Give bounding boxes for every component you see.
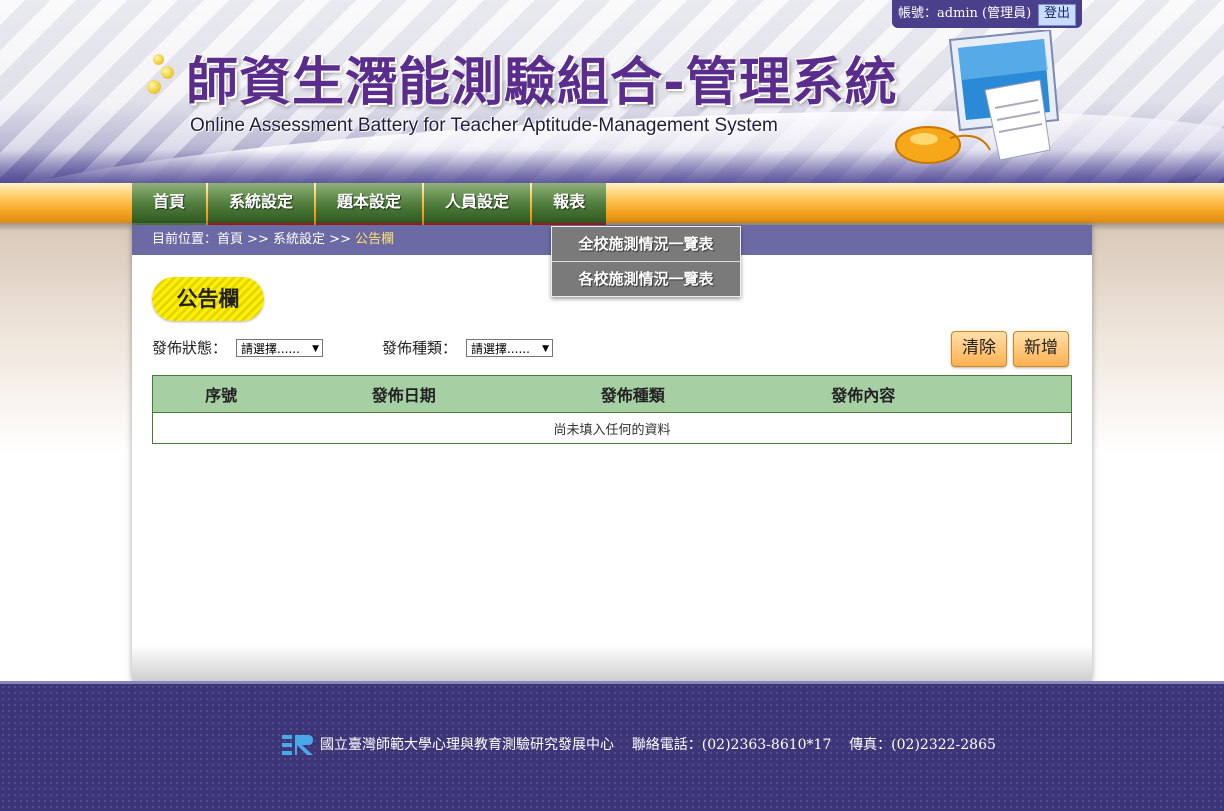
title-dots-icon [145,52,175,100]
main-nav: 首頁 系統設定 題本設定 人員設定 報表 [132,183,608,225]
reports-dropdown-menu: 全校施測情況一覽表 各校施測情況一覽表 [551,226,741,297]
add-button[interactable]: 新增 [1013,331,1069,367]
col-header-content: 發佈內容 [747,375,980,413]
chevron-down-icon: ▼ [542,344,549,354]
type-filter-label: 發佈種類： [382,339,458,357]
col-header-date: 發佈日期 [289,375,519,413]
nav-item-system-settings[interactable]: 系統設定 [208,183,315,225]
col-header-number: 序號 [152,375,290,413]
empty-message: 尚未填入任何的資料 [553,422,671,438]
panel-bottom-shade [132,645,1092,681]
site-title-chinese: 師資生潛能測驗組合-管理系統 [186,53,898,113]
center-logo-icon [282,735,313,755]
account-info: 帳號：admin (管理員) [898,6,1032,21]
announcement-table: 序號 發佈日期 發佈種類 發佈內容 尚未填入任何的資料 [152,375,1072,444]
user-account-bar: 帳號：admin (管理員) 登出 [892,0,1082,28]
nav-item-reports[interactable]: 報表 [532,183,607,225]
col-header-type: 發佈種類 [518,375,748,413]
logout-button[interactable]: 登出 [1037,4,1076,26]
site-footer: 國立臺灣師範大學心理與教育測驗研究發展中心 聯絡電話：(02)2363-8610… [0,681,1224,811]
status-select[interactable]: 請選擇...... ▼ [236,339,323,357]
type-select[interactable]: 請選擇...... ▼ [466,339,553,357]
table-row: 尚未填入任何的資料 [153,413,1072,444]
footer-phone: 聯絡電話：(02)2363-8610*17 [631,737,832,753]
nav-item-personnel-settings[interactable]: 人員設定 [424,183,531,225]
footer-org: 國立臺灣師範大學心理與教育測驗研究發展中心 [320,737,614,753]
menu-item-each-school-summary[interactable]: 各校施測情況一覽表 [552,262,740,296]
status-filter-label: 發佈狀態： [152,339,228,357]
site-title-english: Online Assessment Battery for Teacher Ap… [190,115,778,136]
breadcrumb-current: 公告欄 [355,232,395,247]
col-header-actions [979,375,1072,413]
footer-fax: 傳真：(02)2322-2865 [849,737,996,753]
footer-info: 國立臺灣師範大學心理與教育測驗研究發展中心 聯絡電話：(02)2363-8610… [282,734,996,756]
nav-item-booklet-settings[interactable]: 題本設定 [316,183,423,225]
menu-item-school-summary[interactable]: 全校施測情況一覽表 [552,227,740,262]
breadcrumb-path: 目前位置：首頁 >> 系統設定 >> [152,232,356,247]
clear-button[interactable]: 清除 [951,331,1007,367]
computer-illustration-icon [895,30,1060,164]
nav-item-home[interactable]: 首頁 [132,183,207,225]
page-title: 公告欄 [152,277,264,321]
chevron-down-icon: ▼ [312,344,319,354]
status-select-value: 請選擇...... [241,342,300,356]
type-select-value: 請選擇...... [471,342,530,356]
